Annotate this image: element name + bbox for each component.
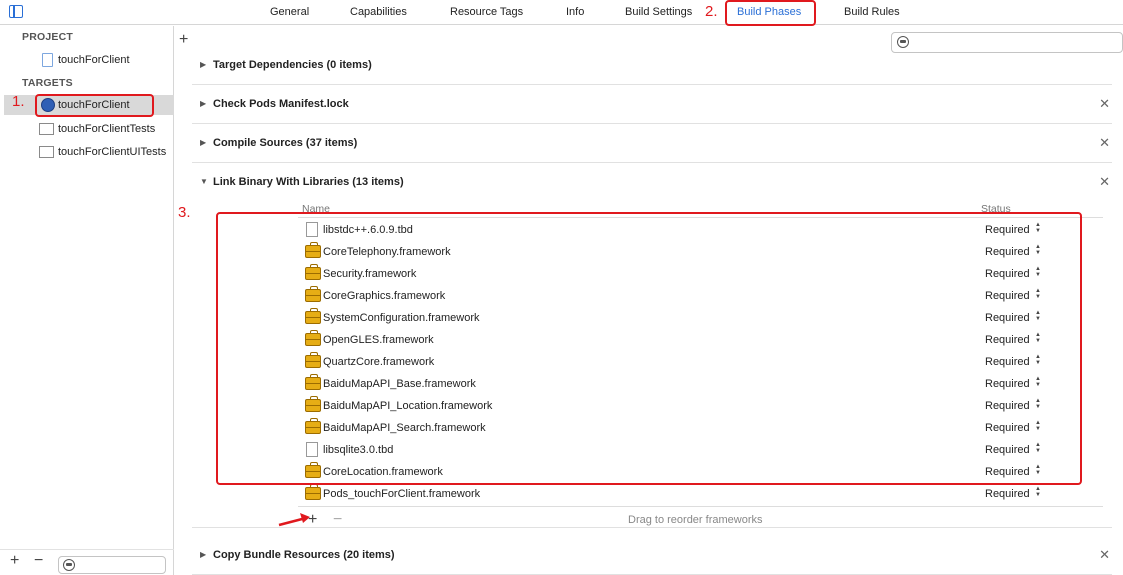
annotation-arrow-icon [278, 513, 310, 527]
annotation-step-1: 1. [12, 93, 25, 110]
test-bundle-icon [39, 123, 54, 135]
tab-build-settings[interactable]: Build Settings [625, 6, 692, 18]
tab-general[interactable]: General [270, 6, 309, 18]
test-bundle-icon [39, 146, 54, 158]
phase-title: Check Pods Manifest.lock [213, 98, 349, 110]
disclosure-triangle-icon[interactable]: ▶ [200, 138, 206, 147]
phase-title: Copy Bundle Resources (20 items) [213, 549, 395, 561]
annotation-step-2: 2. [705, 3, 718, 20]
sidebar-item-project[interactable]: touchForClient [36, 50, 170, 70]
disclosure-triangle-icon[interactable]: ▼ [200, 177, 208, 186]
tab-info[interactable]: Info [566, 6, 584, 18]
annotation-step-3: 3. [178, 204, 191, 221]
phase-target-dependencies[interactable]: ▶ Target Dependencies (0 items) [192, 46, 1112, 85]
delete-phase-icon[interactable]: ✕ [1099, 174, 1110, 190]
stepper-arrows-icon[interactable]: ▲ ▼ [1035, 486, 1041, 498]
targets-section-label: TARGETS [22, 77, 73, 89]
library-status-select[interactable]: Required [985, 488, 1030, 500]
disclosure-triangle-icon[interactable]: ▶ [200, 60, 206, 69]
drag-hint: Drag to reorder frameworks [628, 514, 763, 526]
delete-phase-icon[interactable]: ✕ [1099, 547, 1110, 563]
tab-capabilities[interactable]: Capabilities [350, 6, 407, 18]
tab-resource-tags[interactable]: Resource Tags [450, 6, 523, 18]
add-build-phase-button[interactable]: + [179, 32, 188, 48]
library-name: Pods_touchForClient.framework [323, 488, 481, 500]
annotation-box-build-phases [725, 0, 816, 26]
tab-build-rules[interactable]: Build Rules [844, 6, 900, 18]
delete-phase-icon[interactable]: ✕ [1099, 96, 1110, 112]
delete-phase-icon[interactable]: ✕ [1099, 135, 1110, 151]
add-target-button[interactable]: + [10, 553, 19, 569]
sidebar-toggle-icon[interactable] [9, 5, 23, 18]
phase-title: Compile Sources (37 items) [213, 137, 358, 149]
phase-title: Target Dependencies (0 items) [213, 59, 372, 71]
remove-library-button[interactable]: − [333, 511, 342, 529]
target-filter-input[interactable] [58, 556, 166, 574]
sidebar-bottom-bar: + − [0, 549, 174, 575]
sidebar-item-target-tests[interactable]: touchForClientTests [36, 119, 170, 139]
sidebar-item-label: touchForClient [58, 54, 130, 66]
remove-target-button[interactable]: − [34, 553, 43, 569]
disclosure-triangle-icon[interactable]: ▶ [200, 99, 206, 108]
phase-title: Link Binary With Libraries (13 items) [213, 176, 404, 188]
tab-bar: General Capabilities Resource Tags Info … [0, 0, 1123, 25]
phase-compile-sources[interactable]: ▶ Compile Sources (37 items) ✕ [192, 124, 1112, 163]
framework-icon [305, 484, 321, 500]
phase-check-pods-manifest[interactable]: ▶ Check Pods Manifest.lock ✕ [192, 85, 1112, 124]
annotation-box-target [35, 94, 154, 117]
library-list-footer: + − Drag to reorder frameworks [298, 506, 1103, 532]
annotation-box-libraries [216, 212, 1082, 485]
project-file-icon [42, 53, 53, 67]
sidebar-item-label: touchForClientTests [58, 123, 156, 135]
filter-icon [63, 559, 75, 571]
project-section-label: PROJECT [22, 31, 73, 43]
library-row[interactable]: Pods_touchForClient.framework Required ▲ ▼ [298, 483, 1103, 505]
sidebar-item-label: touchForClientUITests [58, 146, 167, 158]
disclosure-triangle-icon[interactable]: ▶ [200, 550, 206, 559]
phase-copy-bundle-resources[interactable]: ▶ Copy Bundle Resources (20 items) ✕ [192, 536, 1112, 575]
sidebar-item-target-uitests[interactable]: touchForClientUITests [36, 142, 170, 162]
